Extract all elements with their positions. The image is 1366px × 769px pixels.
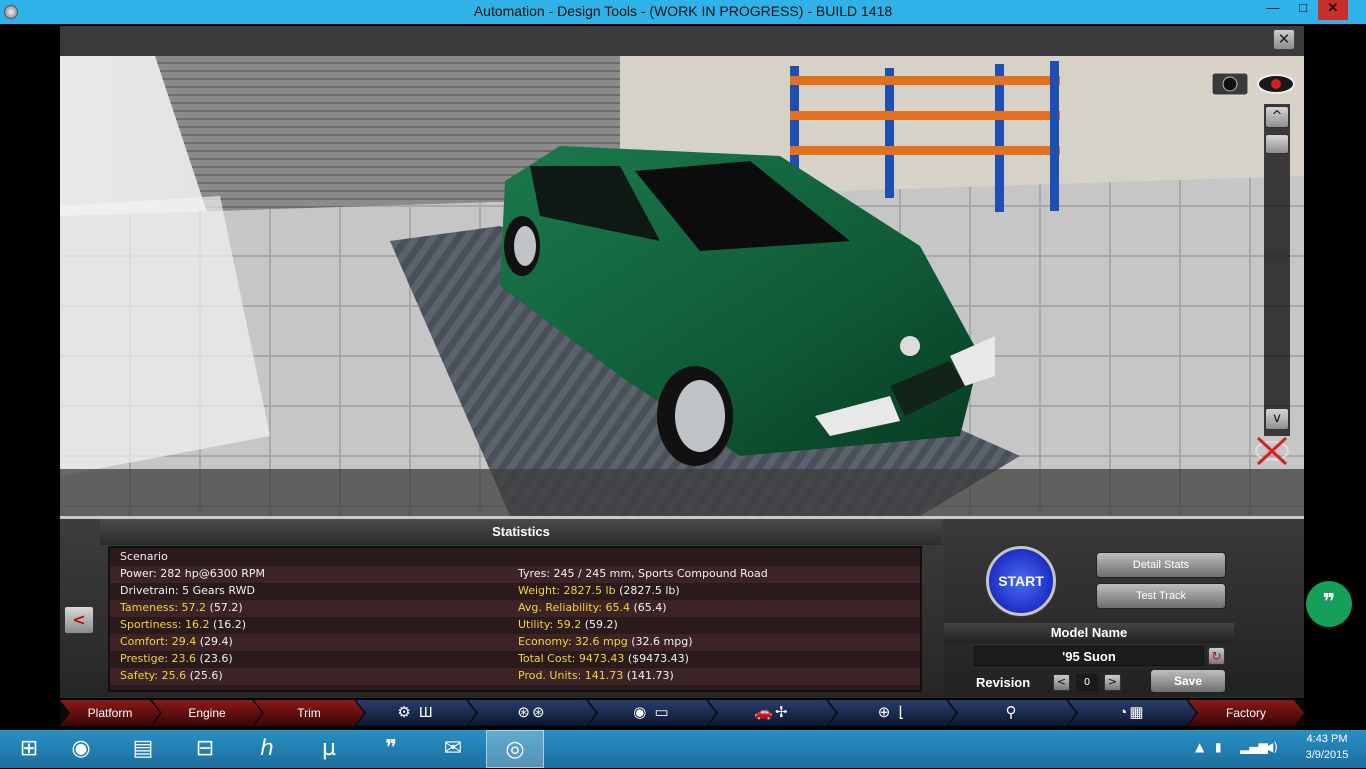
stat-tameness: Tameness: 57.2 (57.2): [120, 601, 243, 614]
stat-power: Power: 282 hp@6300 RPM: [120, 567, 265, 580]
wheels-icon: ⊛⊛: [517, 704, 547, 721]
stat-economy: Economy: 32.6 mpg (32.6 mpg): [518, 635, 693, 648]
stats-row: Power: 282 hp@6300 RPM Tyres: 245 / 245 …: [110, 566, 920, 583]
model-name-label: Model Name: [944, 623, 1234, 643]
camera-icon: [1211, 72, 1249, 96]
left-border: [0, 24, 60, 730]
revision-prev-button[interactable]: <: [1053, 674, 1070, 691]
tab-trim[interactable]: Trim: [254, 700, 364, 726]
zoom-down-button[interactable]: v: [1265, 408, 1289, 430]
stats-row: Tameness: 57.2 (57.2) Avg. Reliability: …: [110, 600, 920, 617]
body-icon: ◉ ▭: [633, 704, 671, 721]
file-explorer-icon[interactable]: ▤: [114, 730, 172, 768]
tab-aero[interactable]: 🚗✢: [708, 700, 836, 726]
revision-value: 0: [1076, 674, 1098, 691]
stat-tyres: Tyres: 245 / 245 mm, Sports Compound Roa…: [518, 567, 768, 580]
automation-app-icon[interactable]: ◎: [486, 730, 544, 768]
tab-suspension[interactable]: ⚲: [948, 700, 1076, 726]
taskbar: ⊞ ◉ ▤ ⊟ ℎ µ ❞ ✉ ◎: [0, 730, 1366, 768]
car-fan-icon: 🚗✢: [754, 704, 790, 721]
garage-scene: [60, 56, 1304, 516]
stat-scenario: Scenario: [120, 550, 168, 563]
stats-row: Safety: 25.6 (25.6) Prod. Units: 141.73 …: [110, 668, 920, 685]
stat-drivetrain: Drivetrain: 5 Gears RWD: [120, 584, 255, 597]
hangouts-icon[interactable]: ❞: [362, 730, 420, 768]
close-viewport-button[interactable]: ✕: [1273, 29, 1295, 50]
clock-time[interactable]: 4:43 PM: [1296, 733, 1358, 745]
store-icon[interactable]: ⊟: [176, 730, 234, 768]
stat-sportiness: Sportiness: 16.2 (16.2): [120, 618, 247, 631]
gauge-flag-icon: ◔▦: [1118, 704, 1146, 721]
start-windows-icon[interactable]: ⊞: [0, 730, 58, 768]
model-name-input[interactable]: '95 Suon: [974, 646, 1204, 666]
stat-weight: Weight: 2827.5 lb (2827.5 lb): [518, 584, 680, 597]
clock-date[interactable]: 3/9/2015: [1296, 749, 1358, 761]
stats-row: Sportiness: 16.2 (16.2) Utility: 59.2 (5…: [110, 617, 920, 634]
maximize-button[interactable]: □: [1288, 0, 1318, 20]
stats-row: Drivetrain: 5 Gears RWD Weight: 2827.5 l…: [110, 583, 920, 600]
volume-icon[interactable]: ◀): [1264, 740, 1278, 754]
statistics-table: Scenario Power: 282 hp@6300 RPM Tyres: 2…: [108, 546, 922, 692]
stat-prestige: Prestige: 23.6 (23.6): [120, 652, 233, 665]
test-track-button[interactable]: Test Track: [1096, 583, 1226, 609]
tab-wheels[interactable]: ⊛⊛: [468, 700, 596, 726]
stat-safety: Safety: 25.6 (25.6): [120, 669, 223, 682]
eye-icon: [1257, 74, 1295, 94]
zoom-up-button[interactable]: ^: [1265, 106, 1289, 128]
viewport-top-strip: [60, 26, 1304, 56]
utorrent-icon[interactable]: µ: [300, 730, 358, 768]
steering-seat-icon: ⊕ ⌊: [877, 704, 907, 721]
stats-row: Scenario: [110, 549, 920, 566]
suspension-icon: ⚲: [1005, 704, 1019, 721]
zoom-slider-handle[interactable]: [1265, 134, 1289, 154]
tab-body[interactable]: ◉ ▭: [588, 700, 716, 726]
tab-platform[interactable]: Platform: [60, 700, 160, 726]
window-titlebar: Automation - Design Tools - (WORK IN PRO…: [0, 0, 1366, 24]
window-title: Automation - Design Tools - (WORK IN PRO…: [473, 3, 893, 19]
engine-icon: ⚙ Ш: [397, 704, 435, 721]
tab-engine[interactable]: Engine: [152, 700, 262, 726]
stat-prod-units: Prod. Units: 141.73 (141.73): [518, 669, 674, 682]
revision-label: Revision: [976, 675, 1031, 690]
minimize-button[interactable]: —: [1258, 0, 1288, 20]
design-tabs: Platform Engine Trim ⚙ Ш ⊛⊛ ◉ ▭ 🚗✢ ⊕ ⌊ ⚲…: [60, 700, 1304, 726]
stat-total-cost: Total Cost: 9473.43 ($9473.43): [518, 652, 689, 665]
tab-factory[interactable]: Factory: [1188, 700, 1304, 726]
statistics-header: Statistics: [100, 519, 942, 545]
battery-icon[interactable]: ▮: [1215, 740, 1222, 754]
refresh-icon[interactable]: ↻: [1208, 647, 1225, 665]
stats-row: Prestige: 23.6 (23.6) Total Cost: 9473.4…: [110, 651, 920, 668]
detail-stats-button[interactable]: Detail Stats: [1096, 552, 1226, 578]
tab-engine-design[interactable]: ⚙ Ш: [356, 700, 476, 726]
stat-comfort: Comfort: 29.4 (29.4): [120, 635, 233, 648]
stat-utility: Utility: 59.2 (59.2): [518, 618, 618, 631]
start-button[interactable]: START: [986, 546, 1056, 616]
stat-reliability: Avg. Reliability: 65.4 (65.4): [518, 601, 667, 614]
save-button[interactable]: Save: [1150, 669, 1226, 693]
zoom-scrollbar[interactable]: ^ v: [1264, 104, 1290, 436]
hangouts-bubble-icon[interactable]: ❞: [1306, 581, 1352, 627]
revision-next-button[interactable]: >: [1104, 674, 1121, 691]
mail-icon[interactable]: ✉: [424, 730, 482, 768]
hp-icon[interactable]: ℎ: [238, 730, 296, 768]
stats-row: Comfort: 29.4 (29.4) Economy: 32.6 mpg (…: [110, 634, 920, 651]
prev-page-button[interactable]: <: [64, 606, 94, 634]
tab-interior[interactable]: ⊕ ⌊: [828, 700, 956, 726]
webcam-app-icon[interactable]: ◉: [52, 730, 110, 768]
tray-overflow-icon[interactable]: ▲: [1195, 740, 1204, 754]
tab-testing[interactable]: ◔▦: [1068, 700, 1196, 726]
close-window-button[interactable]: ✕: [1318, 0, 1348, 20]
car-3d-viewport[interactable]: ^ v: [60, 56, 1304, 516]
